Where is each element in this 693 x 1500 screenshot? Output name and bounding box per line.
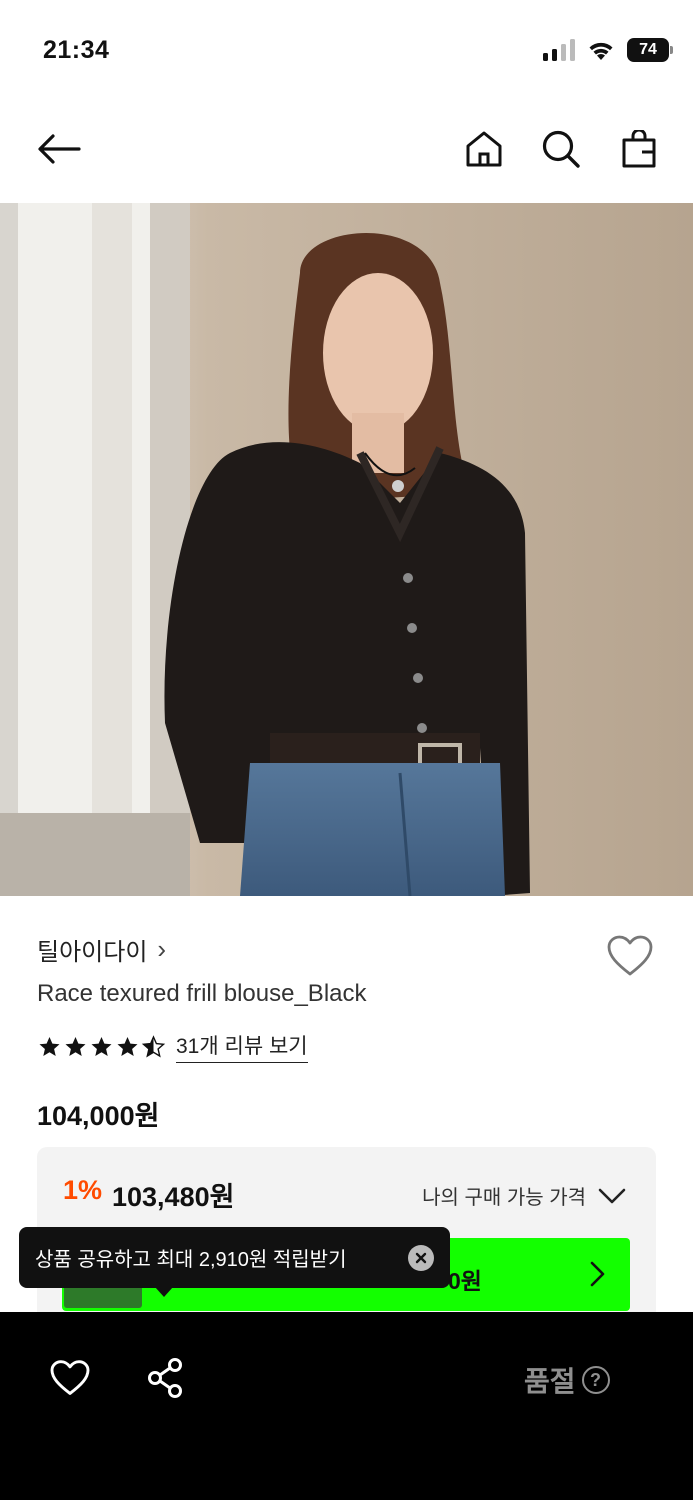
product-image[interactable] xyxy=(0,203,693,896)
brand-name: 틸아이다이 xyxy=(37,939,148,966)
signal-icon xyxy=(543,39,575,61)
back-arrow-icon xyxy=(38,134,81,164)
heart-outline-icon xyxy=(50,1360,90,1395)
star-icon xyxy=(65,1036,86,1056)
shopping-bag-icon xyxy=(622,130,656,168)
brand-link[interactable]: 틸아이다이 › xyxy=(37,932,166,967)
battery-icon: 74 xyxy=(627,38,673,62)
heart-outline-icon xyxy=(607,935,653,976)
status-icons: 74 xyxy=(543,38,673,62)
back-button[interactable] xyxy=(33,123,85,175)
tooltip-text: 상품 공유하고 최대 2,910원 적립받기 xyxy=(35,1249,347,1271)
bottom-wishlist-button[interactable] xyxy=(44,1352,96,1404)
discounted-price: 103,480원 xyxy=(112,1182,235,1212)
cart-button[interactable] xyxy=(613,123,665,175)
rating-row: 31개 리뷰 보기 xyxy=(37,1030,308,1063)
search-button[interactable] xyxy=(535,123,587,175)
close-icon xyxy=(415,1252,427,1263)
top-nav-bar xyxy=(0,100,693,203)
tooltip-close-button[interactable] xyxy=(408,1244,434,1271)
help-icon[interactable]: ? xyxy=(581,1366,610,1394)
my-price-toggle-label: 나의 구매 가능 가격 xyxy=(422,1187,586,1209)
star-icon xyxy=(39,1036,60,1056)
home-button[interactable] xyxy=(458,123,510,175)
share-button[interactable] xyxy=(139,1352,191,1404)
half-star-icon xyxy=(141,1034,166,1057)
star-icon xyxy=(117,1036,138,1056)
status-bar: 21:34 74 xyxy=(0,0,693,100)
share-reward-tooltip: 상품 공유하고 최대 2,910원 적립받기 xyxy=(19,1227,450,1288)
home-icon xyxy=(466,131,502,167)
star-rating xyxy=(37,1034,166,1059)
status-time: 21:34 xyxy=(43,36,110,64)
tooltip-arrow xyxy=(155,1287,173,1297)
chevron-right-icon xyxy=(590,1261,605,1287)
search-icon xyxy=(542,130,580,168)
wifi-icon xyxy=(589,42,613,60)
chevron-right-icon: › xyxy=(157,934,167,964)
star-icon xyxy=(91,1036,112,1056)
sold-out-status: 품절 ? xyxy=(524,1360,610,1400)
product-price: 104,000원 xyxy=(37,1101,160,1131)
my-price-toggle[interactable]: 나의 구매 가능 가격 xyxy=(422,1181,626,1210)
sold-out-label: 품절 xyxy=(524,1366,576,1397)
share-icon xyxy=(148,1358,182,1398)
review-link[interactable]: 31개 리뷰 보기 xyxy=(176,1030,308,1063)
bottom-action-bar xyxy=(0,1312,693,1500)
discount-rate: 1% xyxy=(63,1175,103,1205)
chevron-down-icon xyxy=(598,1188,626,1203)
product-name: Race texured frill blouse_Black xyxy=(37,980,367,1007)
wishlist-button[interactable] xyxy=(604,930,656,982)
promo-banner-text: 0원 xyxy=(448,1268,482,1294)
product-photo xyxy=(0,203,693,896)
